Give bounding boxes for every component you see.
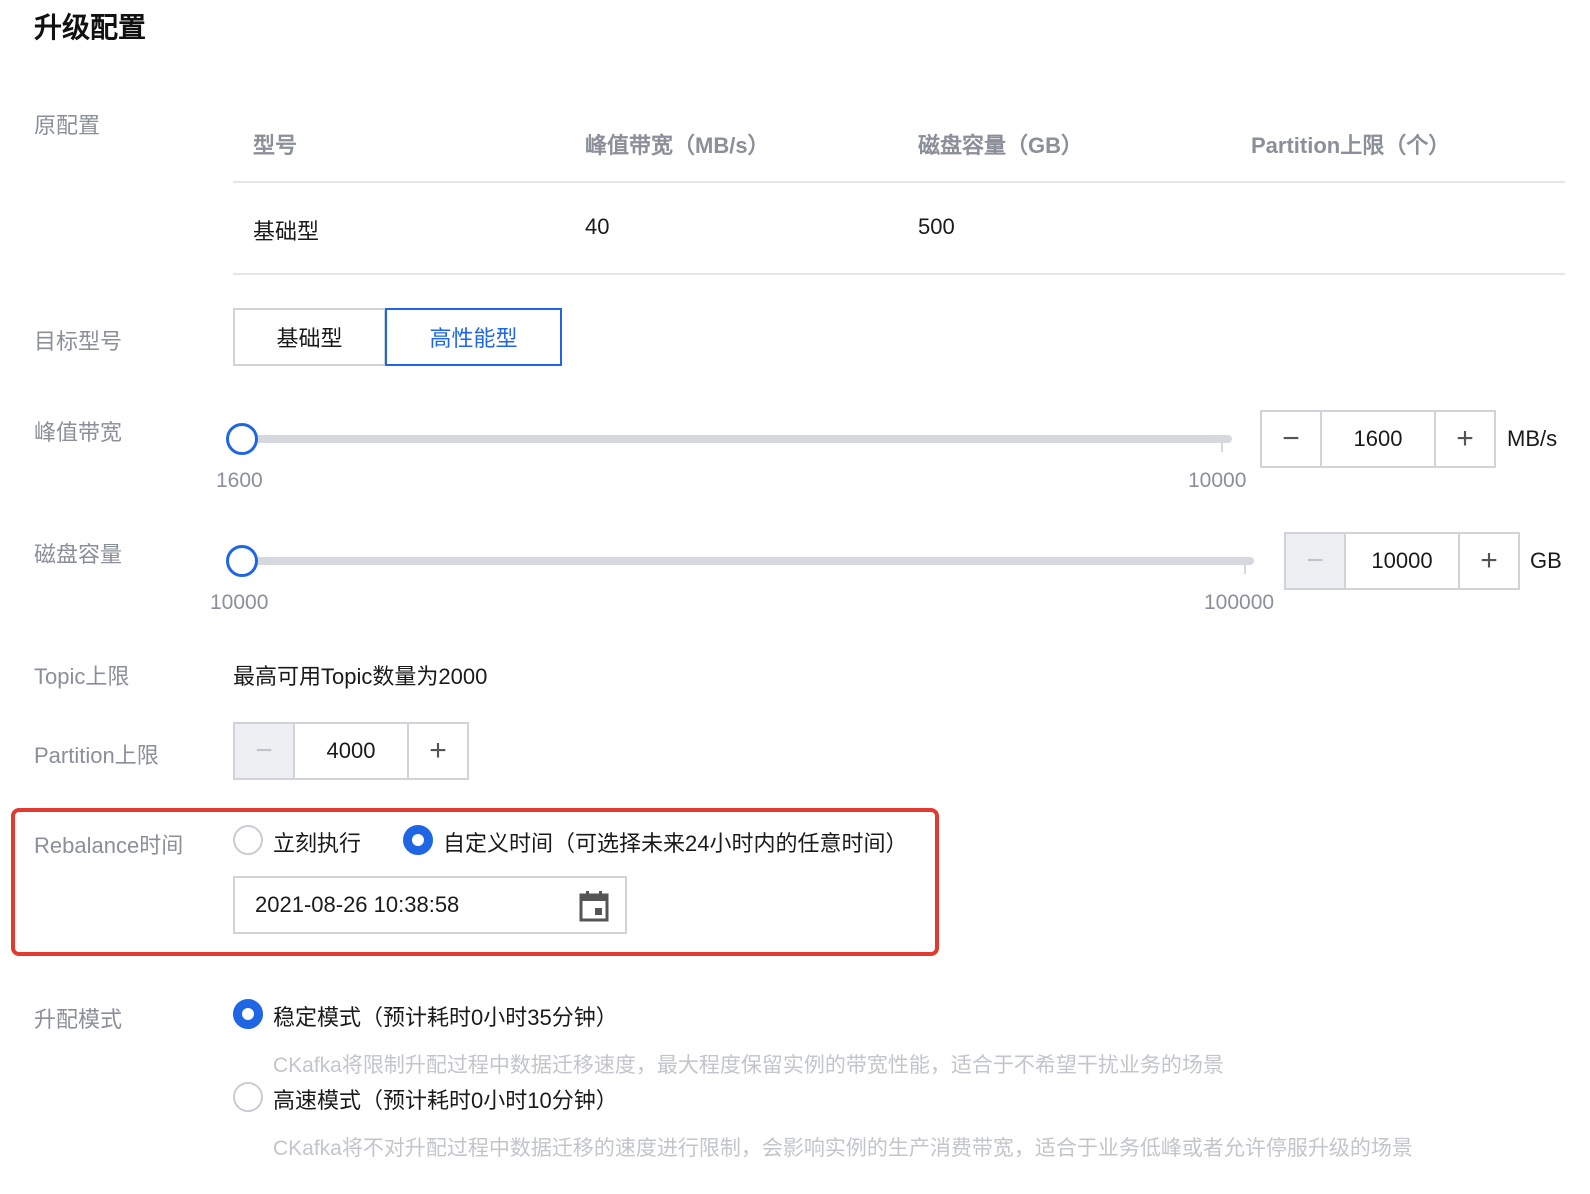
rebalance-datetime-picker[interactable]: 2021-08-26 10:38:58 <box>233 876 627 934</box>
bandwidth-decrement-button[interactable]: − <box>1262 412 1322 466</box>
model-option-high-performance[interactable]: 高性能型 <box>385 308 562 366</box>
upgrade-mode-radio-stable[interactable] <box>233 999 263 1029</box>
table-header-divider <box>233 181 1565 183</box>
bandwidth-slider-track[interactable] <box>242 435 1232 443</box>
upgrade-mode-label: 升配模式 <box>34 1007 123 1032</box>
partition-increment-button[interactable]: + <box>407 724 467 778</box>
cell-disk: 500 <box>918 214 955 239</box>
upgrade-mode-radio-fast[interactable] <box>233 1082 263 1112</box>
col-header-model: 型号 <box>253 133 298 158</box>
disk-input[interactable]: 10000 <box>1346 534 1458 588</box>
bandwidth-max-label: 10000 <box>1188 469 1247 492</box>
cell-bandwidth: 40 <box>585 214 610 239</box>
upgrade-mode-stable-desc: CKafka将限制升配过程中数据迁移速度，最大程度保留实例的带宽性能，适合于不希… <box>273 1054 1224 1077</box>
topic-limit-text: 最高可用Topic数量为2000 <box>233 664 488 689</box>
upgrade-mode-fast-desc: CKafka将不对升配过程中数据迁移的速度进行限制，会影响实例的生产消费带宽，适… <box>273 1137 1413 1160</box>
col-header-partition: Partition上限（个） <box>1251 133 1451 158</box>
rebalance-radio-custom[interactable] <box>403 825 433 855</box>
topic-label: Topic上限 <box>34 664 130 689</box>
disk-slider-handle[interactable] <box>226 545 258 577</box>
disk-label: 磁盘容量 <box>34 542 123 567</box>
partition-input[interactable]: 4000 <box>295 724 407 778</box>
bandwidth-unit: MB/s <box>1507 426 1558 451</box>
upgrade-mode-fast-label[interactable]: 高速模式（预计耗时0小时10分钟） <box>273 1083 618 1115</box>
col-header-disk: 磁盘容量（GB） <box>918 133 1084 158</box>
col-header-bandwidth: 峰值带宽（MB/s） <box>585 133 770 158</box>
disk-stepper: − 10000 + <box>1284 532 1520 590</box>
rebalance-option-custom-label[interactable]: 自定义时间（可选择未来24小时内的任意时间） <box>443 826 907 858</box>
disk-unit: GB <box>1530 548 1562 573</box>
partition-label: Partition上限 <box>34 743 159 768</box>
disk-min-label: 10000 <box>210 591 269 614</box>
bandwidth-input[interactable]: 1600 <box>1322 412 1434 466</box>
disk-decrement-button[interactable]: − <box>1286 534 1346 588</box>
rebalance-radio-immediate[interactable] <box>233 825 263 855</box>
disk-max-label: 100000 <box>1204 591 1275 614</box>
bandwidth-label: 峰值带宽 <box>34 420 123 445</box>
target-model-label: 目标型号 <box>34 329 123 354</box>
bandwidth-slider-max-tick <box>1221 440 1223 452</box>
calendar-icon[interactable] <box>579 890 609 922</box>
disk-slider-max-tick <box>1244 562 1246 574</box>
cell-model: 基础型 <box>253 219 320 244</box>
upgrade-mode-stable-label[interactable]: 稳定模式（预计耗时0小时35分钟） <box>273 1000 618 1032</box>
rebalance-option-immediate-label[interactable]: 立刻执行 <box>273 826 361 858</box>
disk-increment-button[interactable]: + <box>1458 534 1518 588</box>
bandwidth-increment-button[interactable]: + <box>1434 412 1494 466</box>
page-title: 升级配置 <box>34 12 147 43</box>
partition-decrement-button[interactable]: − <box>235 724 295 778</box>
bandwidth-slider-handle[interactable] <box>226 423 258 455</box>
original-config-label: 原配置 <box>34 113 101 138</box>
table-bottom-divider <box>233 273 1565 275</box>
partition-stepper: − 4000 + <box>233 722 469 780</box>
bandwidth-min-label: 1600 <box>216 469 263 492</box>
rebalance-label: Rebalance时间 <box>34 833 184 858</box>
rebalance-datetime-value: 2021-08-26 10:38:58 <box>255 892 460 917</box>
bandwidth-stepper: − 1600 + <box>1260 410 1496 468</box>
model-option-basic[interactable]: 基础型 <box>233 308 386 366</box>
disk-slider-track[interactable] <box>242 557 1254 565</box>
